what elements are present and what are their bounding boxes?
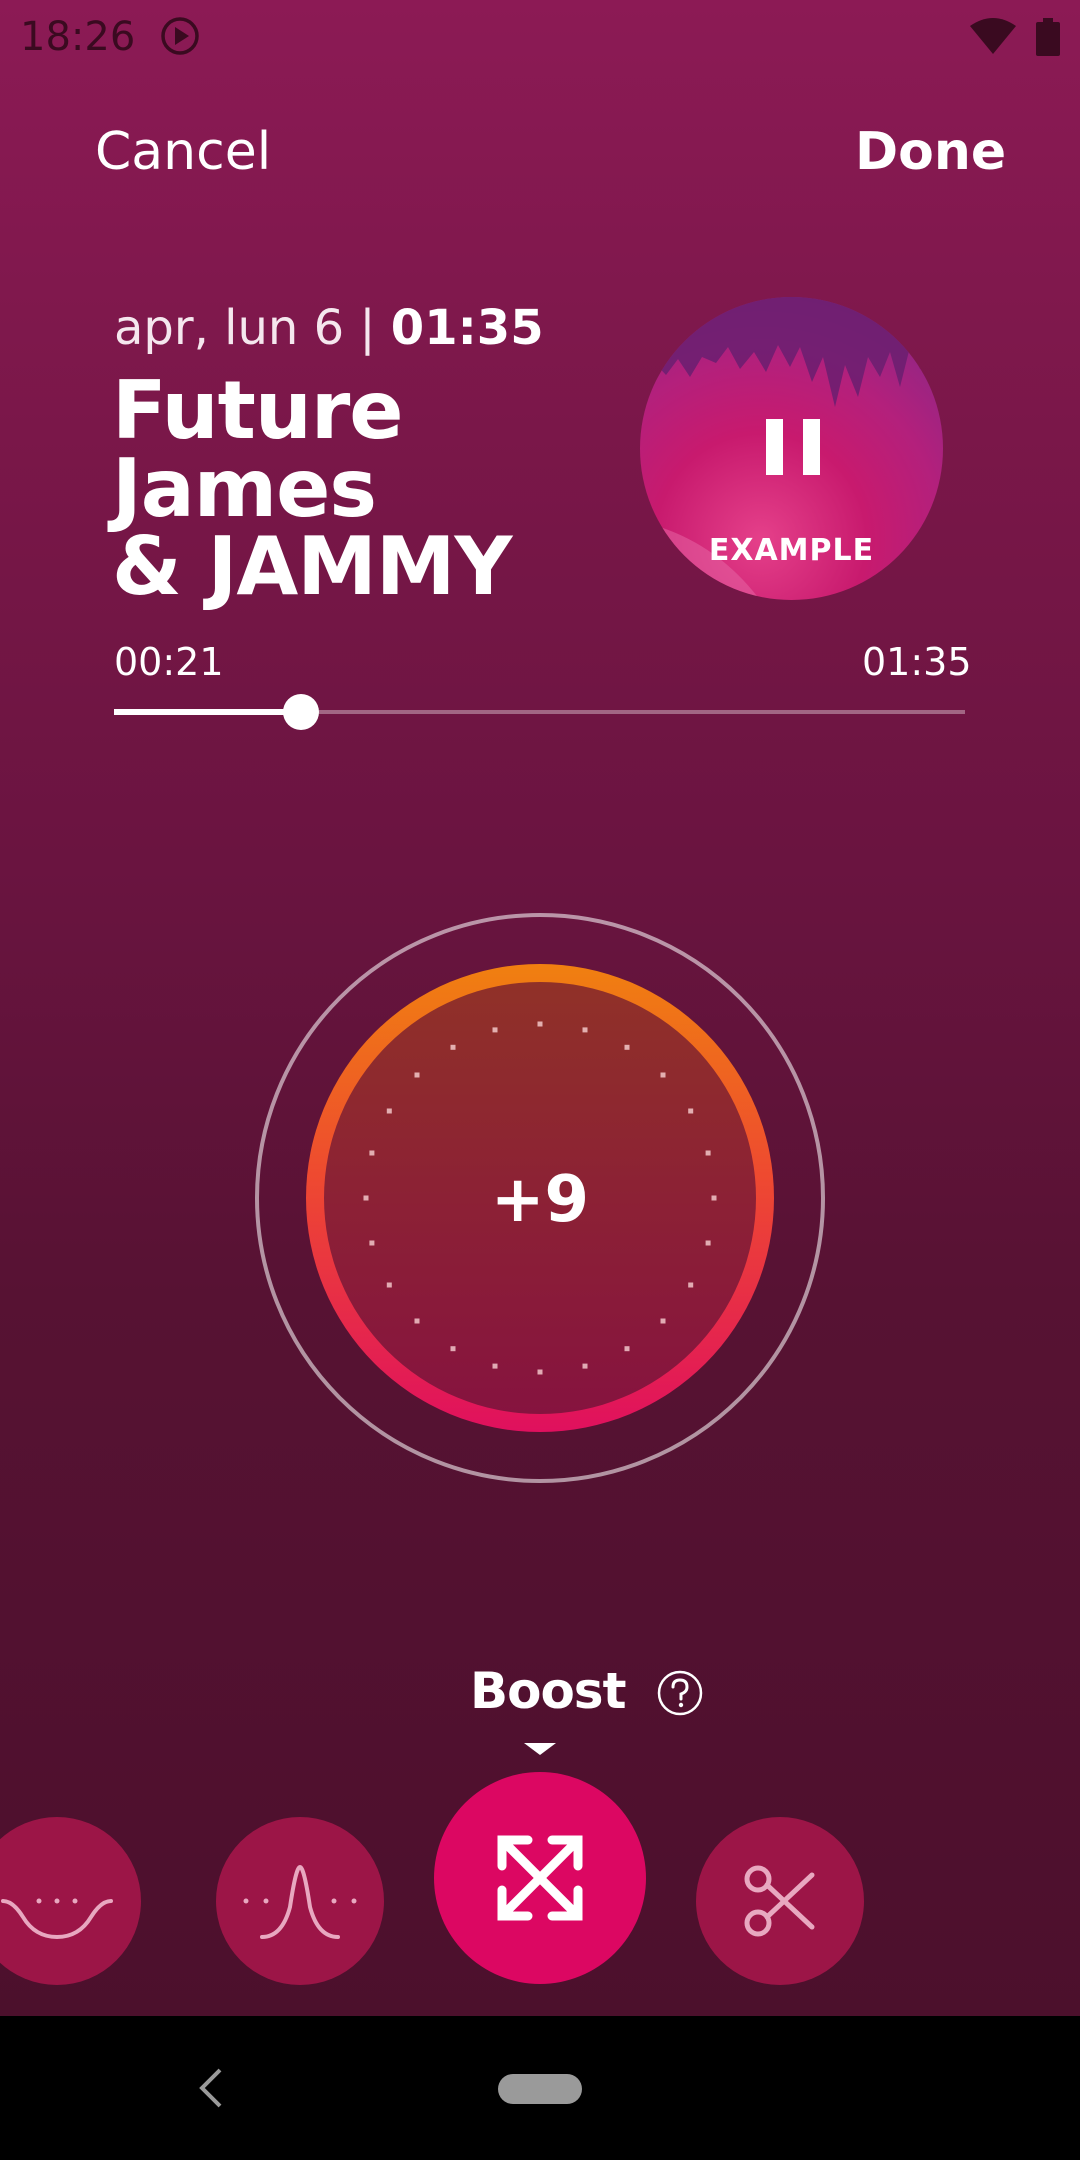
dial-tick [537,1021,543,1027]
scissors-icon [744,1865,815,1937]
back-icon[interactable] [196,2066,224,2110]
bass-curve-icon [1,1898,113,1940]
effect-boost-button[interactable] [434,1772,646,1984]
dial-tick [369,1150,375,1156]
recording-duration: 01:35 [390,300,544,356]
dial-tick [492,1363,498,1369]
battery-icon [1036,18,1060,56]
recording-date: apr, lun 6 | 01:35 [114,300,544,356]
done-button[interactable]: Done [855,122,1006,182]
progress-fill [114,709,301,715]
time-total: 01:35 [862,640,972,684]
expand-arrows-icon [497,1835,583,1921]
effect-trim-button[interactable] [696,1817,864,1985]
dial-tick [688,1108,694,1114]
home-button[interactable] [498,2074,582,2104]
dial-tick [537,1369,543,1375]
recording-date-text: apr, lun 6 | [114,300,391,356]
example-label: EXAMPLE [708,533,875,568]
time-elapsed: 00:21 [114,640,224,684]
dial-tick [705,1150,711,1156]
dial-tick [582,1363,588,1369]
dial-tick [688,1282,694,1288]
dial-value: +9 [490,1163,590,1237]
dial-tick [414,1072,420,1078]
dial-tick [386,1108,392,1114]
mode-label: Boost [470,1662,626,1720]
wifi-icon [970,18,1016,54]
dial-tick [492,1027,498,1033]
dial-tick [386,1282,392,1288]
status-time: 18:26 [20,14,136,60]
dial-tick [660,1318,666,1324]
dial-tick [624,1044,630,1050]
dial-tick [660,1072,666,1078]
track-title-line2: & JAMMY [112,520,512,613]
effect-peak-button[interactable] [216,1817,384,1985]
cancel-button[interactable]: Cancel [95,122,271,182]
dial-tick [624,1346,630,1352]
track-title-line1: Future James [112,364,404,535]
track-title: Future James & JAMMY [112,364,652,613]
dial-tick [369,1240,375,1246]
pause-icon[interactable] [766,419,820,475]
example-player[interactable]: EXAMPLE [640,297,943,600]
dial-tick [705,1240,711,1246]
progress-thumb[interactable] [283,694,319,730]
dial-tick [450,1346,456,1352]
dial-tick [450,1044,456,1050]
effect-bass-button[interactable] [0,1817,141,1985]
dial-tick [582,1027,588,1033]
selected-mode-indicator [524,1743,556,1755]
help-icon[interactable] [656,1669,704,1717]
media-playing-icon [161,17,199,55]
dial-tick [414,1318,420,1324]
peak-curve-icon [243,1864,357,1939]
